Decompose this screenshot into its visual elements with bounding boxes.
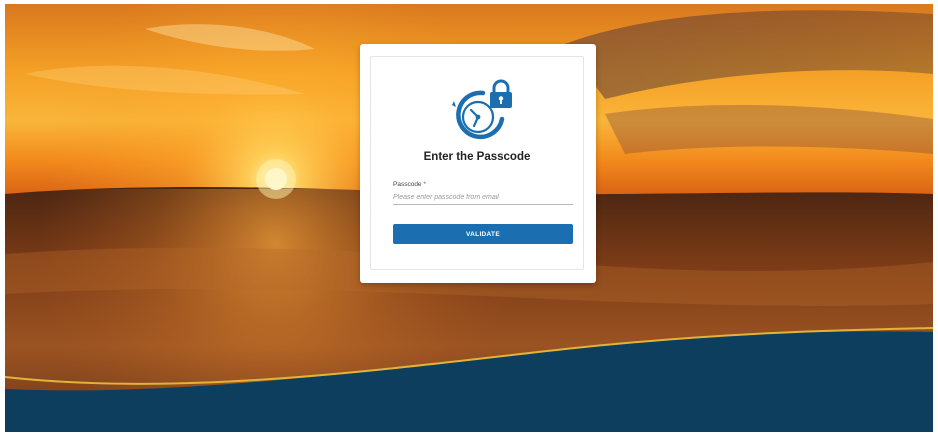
passcode-input[interactable]: [393, 190, 573, 205]
clock-lock-icon: [452, 79, 512, 140]
required-marker: *: [423, 181, 426, 188]
validate-button[interactable]: VALIDATE: [393, 224, 573, 244]
passcode-label-text: Passcode: [393, 181, 422, 188]
passcode-card: Enter the Passcode Passcode * VALIDATE: [360, 44, 596, 283]
page-title: Enter the Passcode: [423, 151, 531, 163]
passcode-label: Passcode *: [393, 181, 426, 188]
page-frame: Enter the Passcode Passcode * VALIDATE: [5, 4, 933, 432]
passcode-form: Enter the Passcode Passcode * VALIDATE: [370, 56, 584, 270]
